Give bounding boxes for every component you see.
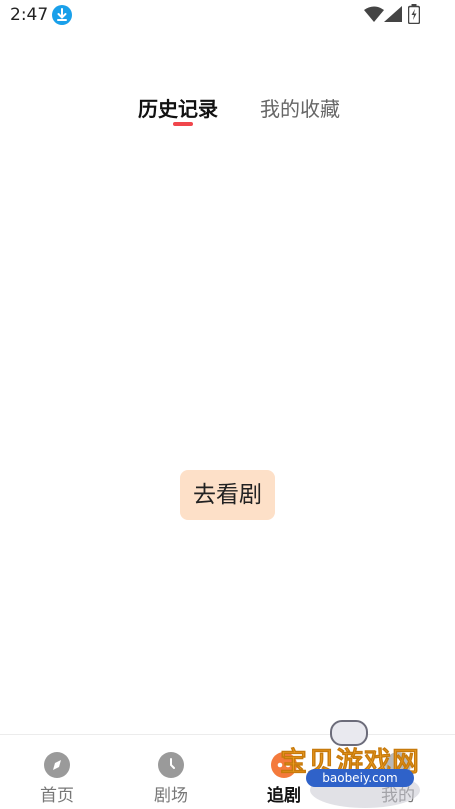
compass-icon	[44, 752, 70, 778]
download-icon	[52, 5, 72, 25]
nav-label-follow: 追剧	[267, 786, 301, 806]
battery-icon	[408, 4, 420, 24]
wifi-icon	[364, 6, 384, 22]
go-watch-button[interactable]: 去看剧	[180, 470, 275, 520]
tab-favorites[interactable]: 我的收藏	[260, 93, 340, 122]
nav-item-follow[interactable]: 追剧	[227, 735, 341, 809]
status-time: 2:47	[10, 5, 49, 25]
clock-icon	[158, 752, 184, 778]
tab-history[interactable]: 历史记录	[138, 93, 218, 122]
nav-item-theater[interactable]: 剧场	[114, 735, 228, 809]
status-bar: 2:47	[0, 0, 455, 30]
nav-item-mine[interactable]: 我的	[341, 735, 455, 809]
top-tabs: 历史记录 我的收藏	[0, 90, 455, 130]
follow-icon	[271, 752, 297, 778]
nav-label-home: 首页	[40, 786, 74, 806]
signal-icon	[384, 6, 402, 22]
nav-item-home[interactable]: 首页	[0, 735, 114, 809]
bottom-nav: 首页 剧场 追剧 我的	[0, 734, 455, 809]
screen: 2:47 历史记录 我的收藏 去看剧 首页 剧场 追剧 我的 宝贝游戏网 bao…	[0, 0, 455, 809]
profile-icon	[385, 752, 411, 778]
tab-indicator	[173, 122, 193, 126]
nav-label-mine: 我的	[381, 786, 415, 806]
nav-label-theater: 剧场	[154, 786, 188, 806]
